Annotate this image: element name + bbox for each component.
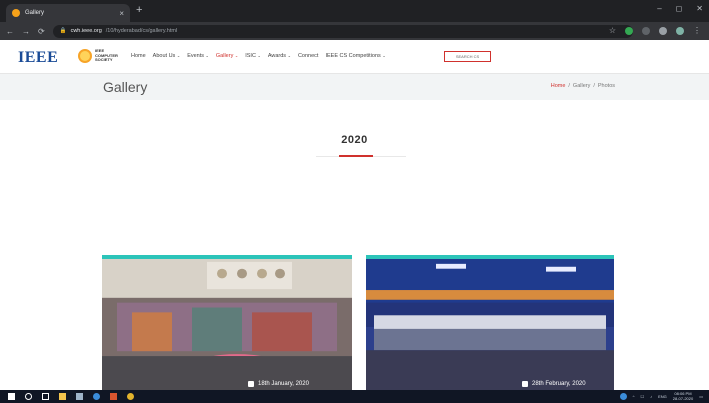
bookmark-star-icon[interactable]: ☆ <box>609 26 616 35</box>
breadcrumb-gallery[interactable]: Gallery <box>573 83 590 89</box>
chevron-down-icon: ⌄ <box>234 53 239 58</box>
event-photo <box>102 259 352 390</box>
nav-item-isic[interactable]: ISIC ⌄ <box>245 53 261 59</box>
nav-item-events[interactable]: Events ⌄ <box>187 53 209 59</box>
close-window-button[interactable]: ✕ <box>696 4 703 13</box>
windows-start-icon[interactable] <box>8 393 15 400</box>
network-icon[interactable]: ☐ <box>640 394 644 399</box>
new-tab-button[interactable]: + <box>136 4 142 16</box>
cs-logo-text: IEEE COMPUTER SOCIETY <box>95 48 118 63</box>
app-icon[interactable] <box>110 393 117 400</box>
language-indicator[interactable]: ENG <box>658 394 667 399</box>
extension-icon[interactable] <box>659 26 667 35</box>
nav-item-about[interactable]: About Us ⌄ <box>153 53 181 59</box>
cs-gear-icon <box>78 49 92 63</box>
task-view-icon[interactable] <box>42 393 49 400</box>
nav-item-home[interactable]: Home <box>131 53 146 59</box>
breadcrumb-home-link[interactable]: Home <box>551 83 566 89</box>
computer-society-logo[interactable]: IEEE COMPUTER SOCIETY <box>78 49 125 63</box>
nav-item-connect[interactable]: Connect <box>298 53 319 59</box>
tab-title: Gallery <box>25 10 45 16</box>
extension-area: ☆ ⋮ <box>609 26 701 35</box>
help-icon[interactable] <box>619 393 627 400</box>
nav-item-competitions[interactable]: IEEE CS Competitions ⌄ <box>325 53 385 59</box>
chrome-icon[interactable] <box>127 393 134 400</box>
search-icon[interactable] <box>25 393 32 400</box>
store-icon[interactable] <box>76 393 83 400</box>
taskbar-apps <box>0 393 134 400</box>
chevron-down-icon: ⌄ <box>176 53 181 58</box>
edge-icon[interactable] <box>93 393 100 400</box>
browser-tab-bar: Gallery × + – ◻ ✕ <box>0 0 709 22</box>
system-tray: ^ ☐ ♪ ENG 08:06 PM 28-07-2020 ▭ <box>619 391 703 401</box>
back-icon[interactable]: ← <box>6 27 14 36</box>
chevron-down-icon: ⌄ <box>382 53 386 58</box>
gallery-card[interactable]: 28th February, 2020 <box>366 255 614 390</box>
os-taskbar: ^ ☐ ♪ ENG 08:06 PM 28-07-2020 ▭ <box>0 390 709 403</box>
url-path: /10/hyderabad/cs/gallery.html <box>105 28 178 34</box>
chevron-down-icon: ⌄ <box>205 53 209 58</box>
url-host: cwh.ieee.org <box>70 28 102 34</box>
browser-toolbar: ← → ⟳ 🔒 cwh.ieee.org/10/hyderabad/cs/gal… <box>0 22 709 40</box>
address-bar[interactable]: 🔒 cwh.ieee.org/10/hyderabad/cs/gallery.h… <box>52 24 633 38</box>
lock-icon: 🔒 <box>59 28 67 34</box>
menu-icon[interactable]: ⋮ <box>693 26 701 35</box>
browser-tab[interactable]: Gallery × <box>6 4 130 22</box>
chevron-down-icon: ⌄ <box>287 53 291 58</box>
main-nav: Home About Us ⌄ Events ⌄ Gallery ⌄ ISIC … <box>131 53 386 59</box>
page-title: Gallery <box>103 79 148 95</box>
photo-caption: 18th January, 2020 <box>248 381 309 387</box>
search-input[interactable]: SEARCH CS <box>444 51 491 62</box>
tray-chevron-icon[interactable]: ^ <box>633 394 635 399</box>
year-heading: 2020 <box>341 134 368 146</box>
breadcrumb-current: Photos <box>597 83 615 89</box>
close-tab-icon[interactable]: × <box>119 9 124 18</box>
ieee-logo-text: IEEE <box>18 49 59 66</box>
window-controls: – ◻ ✕ <box>657 4 703 13</box>
breadcrumb-separator: / <box>568 83 570 89</box>
site-header: IEEE IEEE COMPUTER SOCIETY Home About Us… <box>0 40 709 74</box>
profile-avatar[interactable] <box>676 26 684 35</box>
nav-item-awards[interactable]: Awards ⌄ <box>268 53 291 59</box>
photo-date: 28th February, 2020 <box>532 381 586 387</box>
photo-caption: 28th February, 2020 <box>522 381 586 387</box>
page-title-band: Gallery Home / Gallery / Photos <box>0 74 709 100</box>
maximize-button[interactable]: ◻ <box>676 4 683 13</box>
photo-date: 18th January, 2020 <box>258 381 309 387</box>
volume-icon[interactable]: ♪ <box>650 394 652 399</box>
minimize-button[interactable]: – <box>657 4 661 13</box>
favicon-icon <box>12 9 20 17</box>
notifications-icon[interactable]: ▭ <box>699 394 703 399</box>
forward-icon[interactable]: → <box>22 27 30 36</box>
breadcrumb: Home / Gallery / Photos <box>551 83 615 89</box>
event-photo <box>366 259 614 390</box>
ieee-logo[interactable]: IEEE <box>18 49 58 67</box>
calendar-icon <box>522 381 528 387</box>
clock[interactable]: 08:06 PM 28-07-2020 <box>673 391 693 401</box>
extension-icon[interactable] <box>642 26 650 35</box>
chevron-down-icon: ⌄ <box>257 53 261 58</box>
reload-icon[interactable]: ⟳ <box>38 27 45 36</box>
gallery-card[interactable]: 18th January, 2020 <box>102 255 352 390</box>
section-divider-accent <box>339 155 373 157</box>
calendar-icon <box>248 381 254 387</box>
extension-icon[interactable] <box>625 26 633 35</box>
file-explorer-icon[interactable] <box>59 393 66 400</box>
breadcrumb-separator: / <box>593 83 595 89</box>
nav-item-gallery[interactable]: Gallery ⌄ <box>216 53 238 59</box>
